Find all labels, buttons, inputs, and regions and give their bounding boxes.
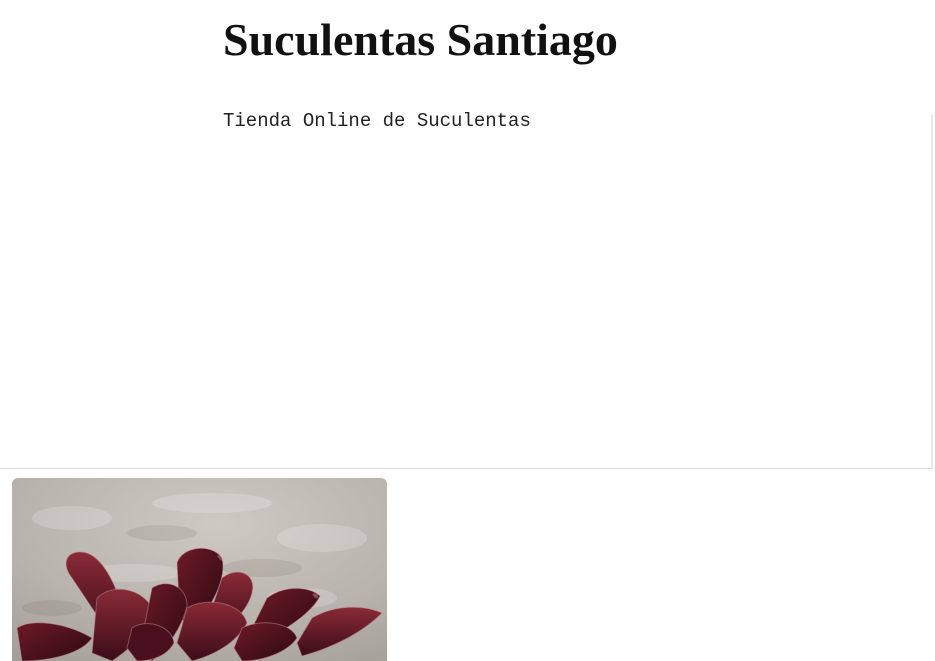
page: Suculentas Santiago Tienda Online de Suc…: [0, 0, 935, 661]
site-title[interactable]: Suculentas Santiago: [223, 12, 618, 68]
header-divider: [931, 115, 933, 468]
site-header: Suculentas Santiago Tienda Online de Suc…: [0, 0, 933, 469]
site-tagline: Tienda Online de Suculentas: [223, 110, 531, 132]
product-image-card[interactable]: [12, 478, 387, 661]
succulent-photo: [12, 478, 387, 661]
